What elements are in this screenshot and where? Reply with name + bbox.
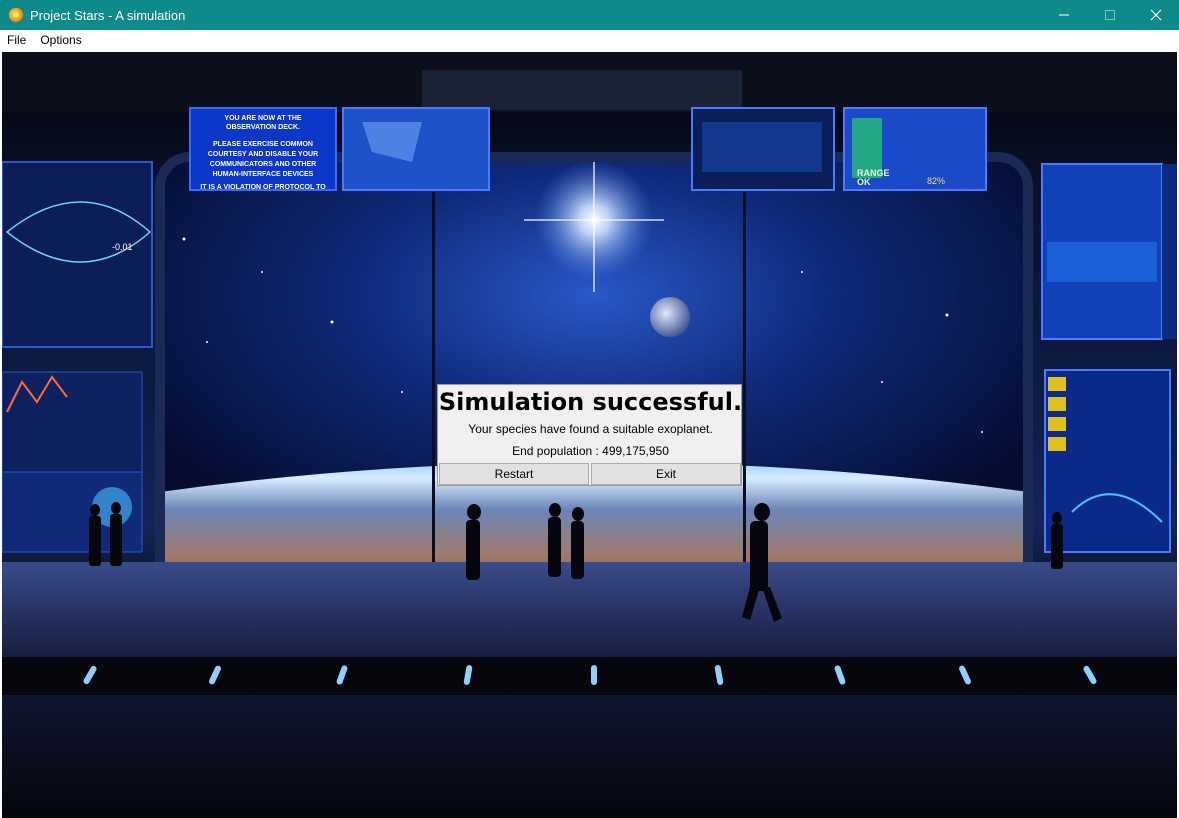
menu-bar: File Options [0,30,1179,50]
maximize-button[interactable] [1087,0,1133,30]
restart-button[interactable]: Restart [439,463,589,485]
dialog-message: Your species have found a suitable exopl… [468,422,713,436]
svg-text:COURTESY AND DISABLE YOUR: COURTESY AND DISABLE YOUR [208,151,318,158]
svg-text:-0.01: -0.01 [112,242,133,252]
svg-text:HUMAN-INTERFACE DEVICES: HUMAN-INTERFACE DEVICES [213,171,314,178]
dialog-title: Simulation successful. [438,388,743,416]
svg-text:YOU ARE NOW AT THE: YOU ARE NOW AT THE [224,115,301,122]
minimize-icon [1059,14,1069,16]
title-bar[interactable]: Project Stars - A simulation [0,0,1179,30]
exit-button[interactable]: Exit [591,463,741,485]
close-icon [1150,9,1162,21]
maximize-icon [1105,10,1115,20]
svg-text:IT IS A VIOLATION OF PROTOCOL: IT IS A VIOLATION OF PROTOCOL TO [200,184,326,191]
end-population-text: End population : 499,175,950 [512,444,669,458]
sun-icon [9,8,23,22]
result-dialog: Simulation successful. Your species have… [437,384,742,486]
minimize-button[interactable] [1041,0,1087,30]
close-button[interactable] [1133,0,1179,30]
window-title: Project Stars - A simulation [30,7,186,23]
svg-text:82%: 82% [927,176,945,186]
menu-file[interactable]: File [0,30,33,50]
menu-options[interactable]: Options [33,30,88,50]
svg-text:PLEASE EXERCISE COMMON: PLEASE EXERCISE COMMON [213,141,313,148]
svg-text:OK: OK [857,177,871,187]
window-controls [1041,0,1179,30]
svg-text:OBSERVATION DECK.: OBSERVATION DECK. [226,124,300,131]
svg-text:COMMUNICATORS AND OTHER: COMMUNICATORS AND OTHER [210,161,316,168]
